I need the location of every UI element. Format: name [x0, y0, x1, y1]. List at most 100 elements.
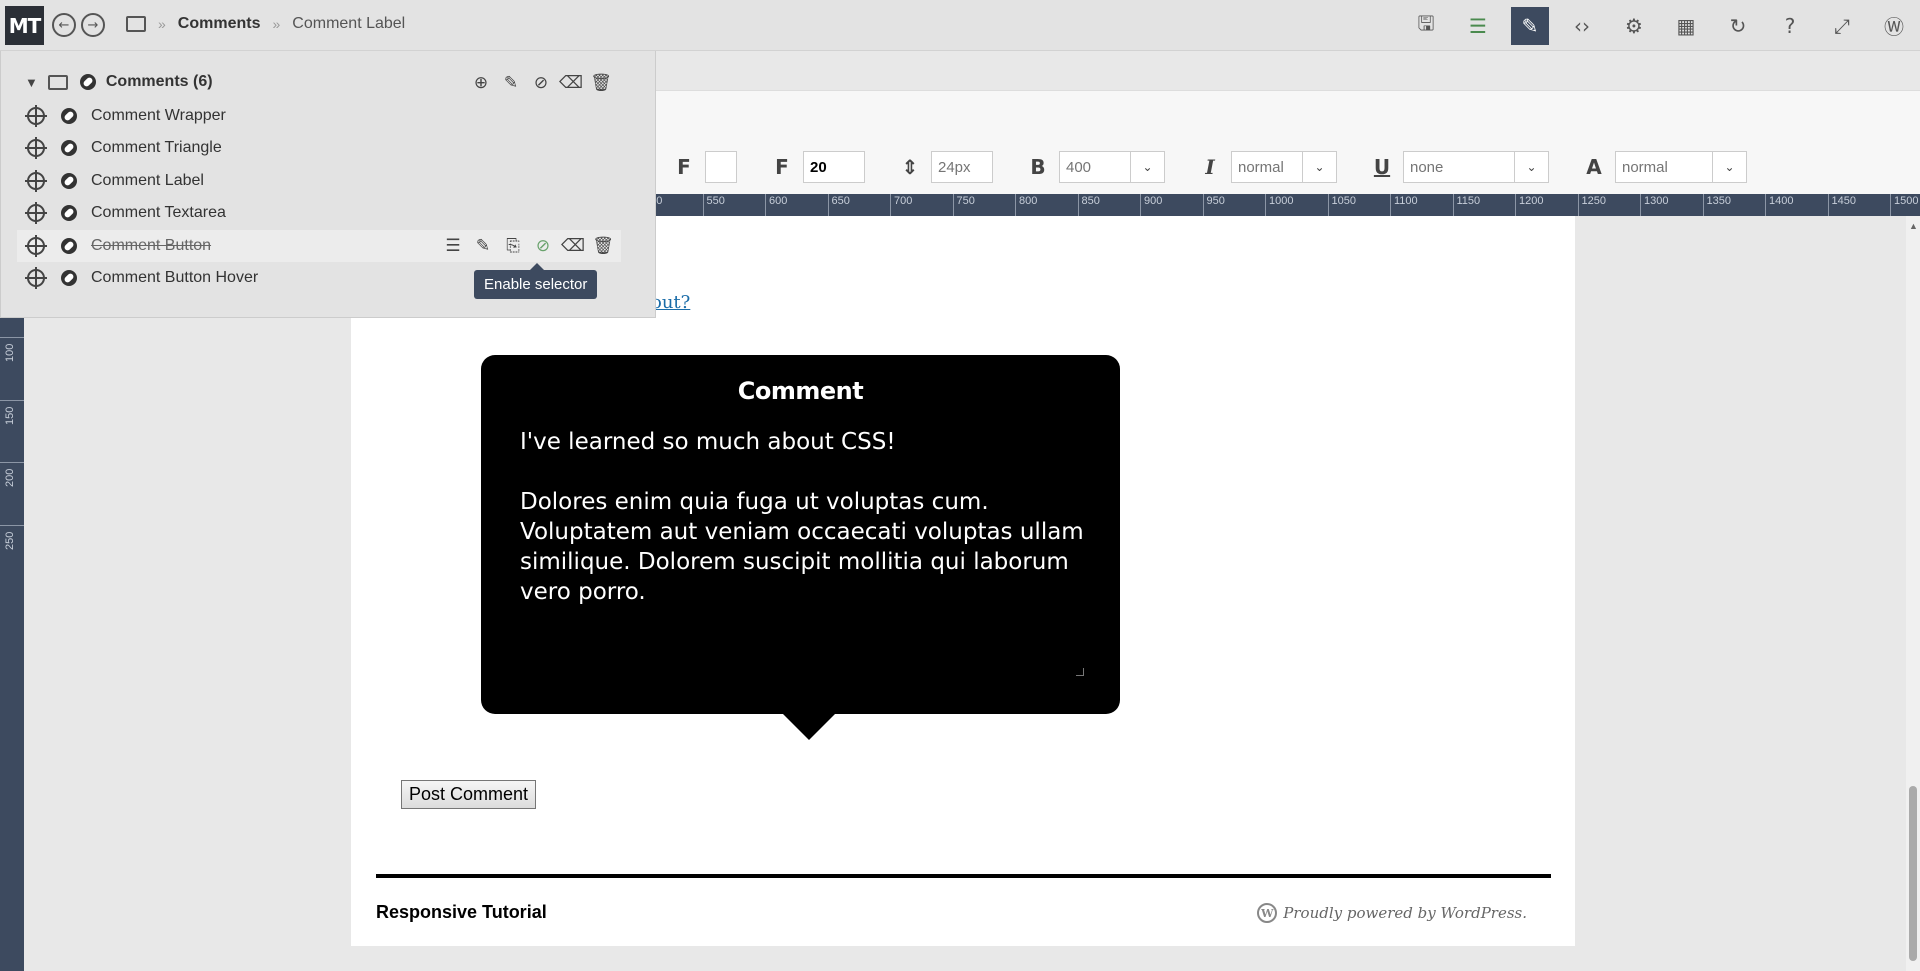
- font-size-icon: F: [775, 155, 789, 179]
- folder-icon[interactable]: [126, 16, 146, 32]
- scroll-up-icon[interactable]: ▲: [1909, 221, 1918, 231]
- top-toolbar: MT ← → » Comments » Comment Label 🖫 ☰ ✎ …: [0, 0, 1920, 51]
- breadcrumb-parent[interactable]: Comments: [178, 15, 261, 33]
- underline-icon: U: [1373, 155, 1391, 179]
- fullscreen-icon[interactable]: ⤢: [1816, 0, 1868, 51]
- edit-icon[interactable]: ✎: [473, 236, 493, 256]
- text-transform-icon: A: [1586, 155, 1602, 179]
- crosshair-icon[interactable]: [25, 267, 47, 289]
- folder-header[interactable]: ▼ Comments (6): [25, 71, 213, 93]
- selector-label: Comment Button: [91, 237, 212, 254]
- back-icon[interactable]: ←: [52, 13, 76, 37]
- copy-icon[interactable]: ⎘: [503, 236, 523, 256]
- line-height-icon: ⇕: [901, 155, 919, 179]
- compass-icon: [61, 140, 77, 156]
- footer-powered-text[interactable]: Proudly powered by WordPress.: [1283, 904, 1527, 922]
- selector-item[interactable]: Comment Textarea: [17, 197, 621, 229]
- comment-wrapper[interactable]: Comment I've learned so much about CSS! …: [481, 355, 1120, 714]
- ruler-tick: 700: [890, 194, 912, 216]
- ruler-tick: 1500: [1890, 194, 1918, 216]
- property-bar: F F ⇕ B ⌄ I ⌄ U ⌄ A ⌄: [655, 90, 1920, 194]
- selectors-icon[interactable]: ☰: [1452, 0, 1504, 51]
- ruler-tick: 550: [702, 194, 725, 216]
- layout-icon[interactable]: ▦: [1660, 0, 1712, 51]
- app-logo[interactable]: MT: [5, 6, 44, 45]
- selector-item[interactable]: Comment Button ☰ ✎ ⎘ ⊘ ⌫ 🗑: [17, 230, 621, 262]
- sync-icon[interactable]: ↻: [1712, 0, 1764, 51]
- toolbar-icons: 🖫 ☰ ✎ ‹› ⚙ ▦ ↻ ? ⤢ Ⓦ: [1400, 0, 1920, 51]
- footer-site-title[interactable]: Responsive Tutorial: [376, 902, 547, 923]
- resize-handle[interactable]: [1076, 668, 1084, 676]
- chevron-down-icon[interactable]: ⌄: [1303, 151, 1337, 183]
- delete-icon[interactable]: 🗑: [592, 236, 614, 256]
- crosshair-icon[interactable]: [25, 202, 47, 224]
- wordpress-icon[interactable]: Ⓦ: [1868, 0, 1920, 51]
- line-height-input[interactable]: [931, 151, 993, 183]
- code-icon[interactable]: ‹›: [1556, 0, 1608, 51]
- enable-selector-tooltip: Enable selector: [474, 263, 598, 299]
- comment-textarea[interactable]: I've learned so much about CSS! Dolores …: [520, 427, 1095, 637]
- list-icon[interactable]: ☰: [443, 236, 463, 256]
- breadcrumb-separator: »: [272, 16, 281, 32]
- compass-icon: [61, 270, 77, 286]
- font-weight-input[interactable]: [1059, 151, 1131, 183]
- save-icon[interactable]: 🖫: [1400, 0, 1452, 51]
- font-style-input[interactable]: [1231, 151, 1303, 183]
- ruler-tick: 1300: [1640, 194, 1668, 216]
- folder-actions: ⊕ ✎ ⊘ ⌫ 🗑: [471, 67, 612, 99]
- selector-item[interactable]: Comment Wrapper: [17, 100, 621, 132]
- text-transform-input[interactable]: [1615, 151, 1713, 183]
- font-size-field: F: [767, 151, 865, 183]
- ruler-tick: 1450: [1827, 194, 1856, 216]
- line-height-field: ⇕: [895, 151, 993, 183]
- compass-icon: [61, 238, 77, 254]
- breadcrumb: » Comments » Comment Label: [126, 15, 405, 33]
- caret-down-icon[interactable]: ▼: [25, 75, 38, 90]
- italic-icon: I: [1205, 155, 1215, 179]
- ruler-tick: 900: [1140, 194, 1162, 216]
- compass-icon: [61, 173, 77, 189]
- edit-icon[interactable]: ✎: [501, 73, 521, 93]
- eraser-icon[interactable]: ⌫: [559, 73, 583, 93]
- selector-item[interactable]: Comment Triangle: [17, 132, 621, 164]
- chevron-down-icon[interactable]: ⌄: [1515, 151, 1549, 183]
- selector-item[interactable]: Comment Label: [17, 165, 621, 197]
- bold-icon: B: [1030, 155, 1046, 179]
- disable-icon[interactable]: ⊘: [531, 73, 551, 93]
- crosshair-icon[interactable]: [25, 170, 47, 192]
- add-icon[interactable]: ⊕: [471, 73, 491, 93]
- ruler-tick: 600: [765, 194, 787, 216]
- style-editor-icon[interactable]: ✎: [1511, 6, 1549, 45]
- font-size-input[interactable]: [803, 151, 865, 183]
- crosshair-icon[interactable]: [25, 105, 47, 127]
- font-weight-field: B ⌄: [1023, 151, 1165, 183]
- help-icon[interactable]: ?: [1764, 0, 1816, 51]
- delete-icon[interactable]: 🗑: [590, 73, 612, 93]
- enable-icon[interactable]: ⊘: [533, 236, 553, 256]
- text-transform-field: A ⌄: [1579, 151, 1747, 183]
- scrollbar[interactable]: ▲: [1906, 216, 1920, 971]
- crosshair-icon[interactable]: [25, 137, 47, 159]
- post-comment-button[interactable]: Post Comment: [401, 780, 536, 809]
- chevron-down-icon[interactable]: ⌄: [1131, 151, 1165, 183]
- footer-powered: W Proudly powered by WordPress.: [1257, 903, 1527, 923]
- comment-text-body: Dolores enim quia fuga ut voluptas cum. …: [520, 489, 1084, 605]
- folder-title: Comments (6): [105, 73, 213, 90]
- ruler-tick: 650: [827, 194, 850, 216]
- folder-icon: [47, 74, 68, 90]
- forward-icon[interactable]: →: [81, 13, 105, 37]
- comment-link[interactable]: out?: [651, 292, 690, 313]
- font-family-input[interactable]: [705, 151, 737, 183]
- eraser-icon[interactable]: ⌫: [561, 236, 585, 256]
- ruler-tick: 1150: [1452, 194, 1480, 216]
- selector-actions: ☰ ✎ ⎘ ⊘ ⌫ 🗑: [443, 230, 613, 262]
- compass-icon: [79, 74, 96, 90]
- settings-icon[interactable]: ⚙: [1608, 0, 1660, 51]
- scrollbar-thumb[interactable]: [1909, 786, 1917, 961]
- chevron-down-icon[interactable]: ⌄: [1713, 151, 1747, 183]
- text-decoration-input[interactable]: [1403, 151, 1515, 183]
- ruler-tick: 250: [0, 524, 24, 550]
- preview-canvas: out? Comment I've learned so much about …: [24, 216, 1906, 971]
- crosshair-icon[interactable]: [25, 235, 47, 257]
- footer-divider: [376, 874, 1551, 878]
